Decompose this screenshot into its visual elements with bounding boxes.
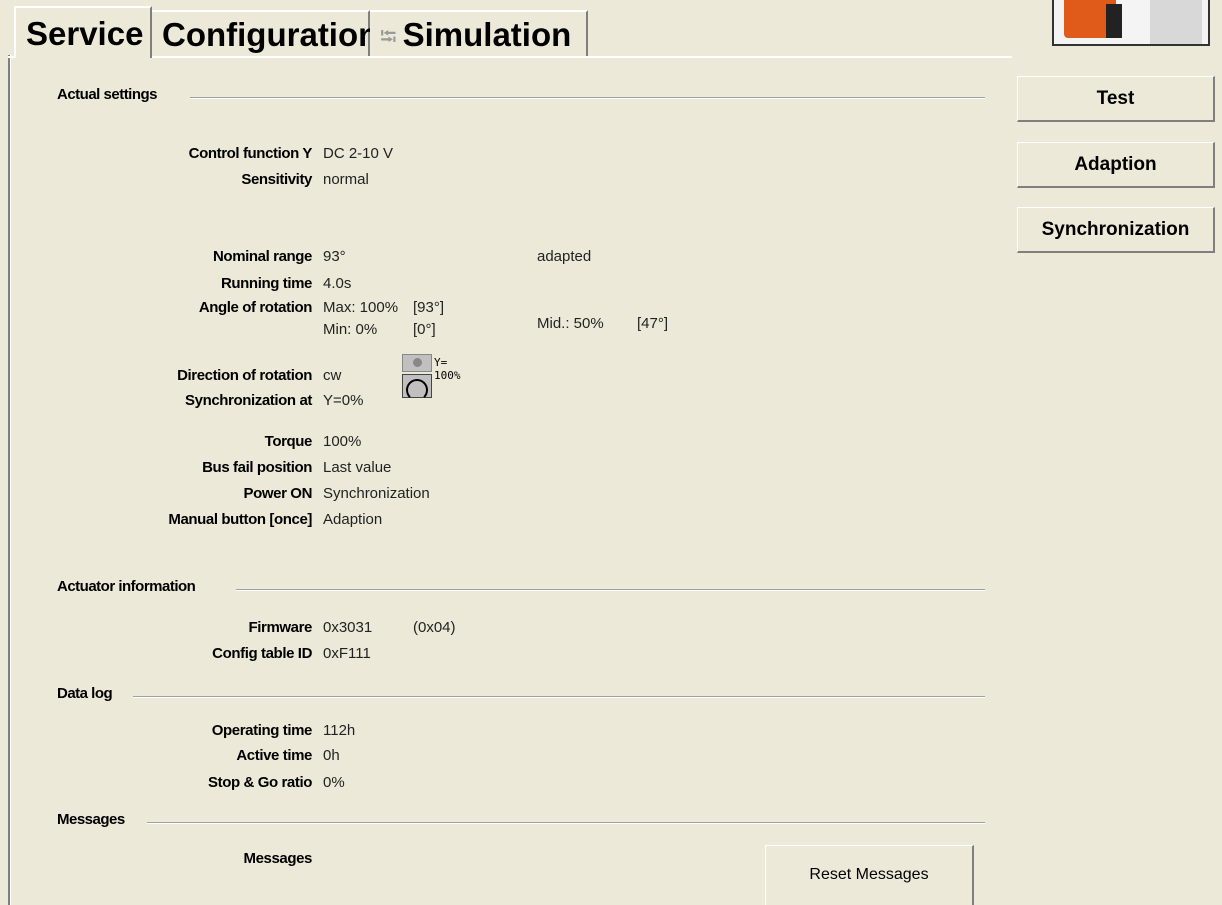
firmware-label: Firmware: [248, 619, 313, 636]
nominal-range-status: adapted: [537, 248, 592, 265]
bus-fail-position-value: Last value: [323, 459, 392, 476]
stop-go-ratio-value: 0%: [323, 774, 345, 791]
angle-max-value: Max: 100%: [323, 299, 399, 316]
data-log-heading: Data log: [57, 685, 113, 702]
rotation-icon-text-line1: Y=: [434, 356, 448, 369]
firmware-value: 0x3031: [323, 619, 373, 636]
synchronization-button[interactable]: Synchronization: [1017, 207, 1215, 253]
power-on-value: Synchronization: [323, 485, 430, 502]
simulation-icon: ⭾: [380, 24, 397, 49]
control-function-label: Control function Y: [188, 145, 313, 162]
config-table-id-label: Config table ID: [212, 645, 312, 662]
stop-go-ratio-label: Stop & Go ratio: [208, 774, 312, 791]
active-time-label: Active time: [236, 747, 312, 764]
synchronization-at-value: Y=0%: [323, 392, 364, 409]
actuator-information-heading: Actuator information: [57, 578, 196, 595]
tab-service-label: Service: [26, 15, 144, 52]
angle-min-degrees: [0°]: [413, 321, 436, 338]
actuator-image-shaft: [1106, 4, 1122, 38]
angle-max-degrees: [93°]: [413, 299, 445, 316]
rotation-icon-top: [402, 354, 432, 372]
tab-configuration[interactable]: Configuration: [152, 10, 378, 56]
manual-button-value: Adaption: [323, 511, 383, 528]
adaption-button[interactable]: Adaption: [1017, 142, 1215, 188]
tab-configuration-label: Configuration: [162, 16, 379, 53]
nominal-range-label: Nominal range: [213, 248, 312, 265]
actuator-image-background: [1150, 0, 1202, 44]
sensitivity-value: normal: [323, 171, 369, 188]
service-window: Service Configuration ⭾ Simulation Test A…: [0, 0, 1222, 905]
firmware-extra: (0x04): [413, 619, 456, 636]
messages-heading: Messages: [57, 811, 125, 828]
sensitivity-label: Sensitivity: [241, 171, 312, 188]
config-table-id-value: 0xF111: [323, 645, 371, 662]
active-time-value: 0h: [323, 747, 340, 764]
rotation-icon-dot: [413, 358, 422, 367]
direction-of-rotation-value: cw: [323, 367, 342, 384]
rotation-arc-icon: [406, 379, 428, 401]
angle-min-value: Min: 0%: [323, 321, 378, 338]
operating-time-value: 112h: [323, 722, 356, 739]
rotation-icon-bottom: [402, 374, 432, 401]
running-time-value: 4.0s: [323, 275, 352, 292]
rotation-icon-text: Y= 100%: [434, 356, 461, 382]
test-button-label: Test: [1096, 88, 1135, 109]
torque-label: Torque: [264, 433, 313, 450]
running-time-label: Running time: [220, 275, 312, 292]
test-button[interactable]: Test: [1017, 76, 1215, 122]
angle-mid-degrees: [47°]: [637, 315, 669, 332]
panel-left-border-highlight: [10, 55, 11, 905]
torque-value: 100%: [323, 433, 362, 450]
direction-of-rotation-label: Direction of rotation: [177, 367, 312, 384]
actuator-product-image: [1052, 0, 1210, 46]
rotation-direction-icon: [402, 354, 432, 401]
angle-of-rotation-label: Angle of rotation: [198, 299, 313, 316]
tab-service[interactable]: Service: [14, 6, 152, 58]
rotation-icon-text-line2: 100%: [434, 369, 461, 382]
manual-button-label: Manual button [once]: [168, 511, 312, 528]
reset-messages-button[interactable]: Reset Messages: [765, 845, 974, 905]
tab-simulation[interactable]: ⭾ Simulation: [370, 10, 588, 56]
angle-mid-value: Mid.: 50%: [537, 315, 604, 332]
synchronization-button-label: Synchronization: [1041, 219, 1190, 240]
control-function-value: DC 2-10 V: [323, 145, 394, 162]
actual-settings-divider: [190, 97, 985, 99]
actuator-information-divider: [236, 589, 985, 591]
messages-label: Messages: [243, 850, 312, 867]
bus-fail-position-label: Bus fail position: [202, 459, 312, 476]
actual-settings-heading: Actual settings: [57, 86, 158, 103]
data-log-divider: [133, 696, 985, 698]
messages-divider: [147, 822, 985, 824]
operating-time-label: Operating time: [211, 722, 313, 739]
power-on-label: Power ON: [243, 485, 313, 502]
synchronization-at-label: Synchronization at: [185, 392, 312, 409]
tab-simulation-label: Simulation: [402, 16, 572, 53]
adaption-button-label: Adaption: [1074, 154, 1157, 175]
nominal-range-value: 93°: [323, 248, 346, 265]
reset-messages-button-label: Reset Messages: [809, 866, 929, 883]
